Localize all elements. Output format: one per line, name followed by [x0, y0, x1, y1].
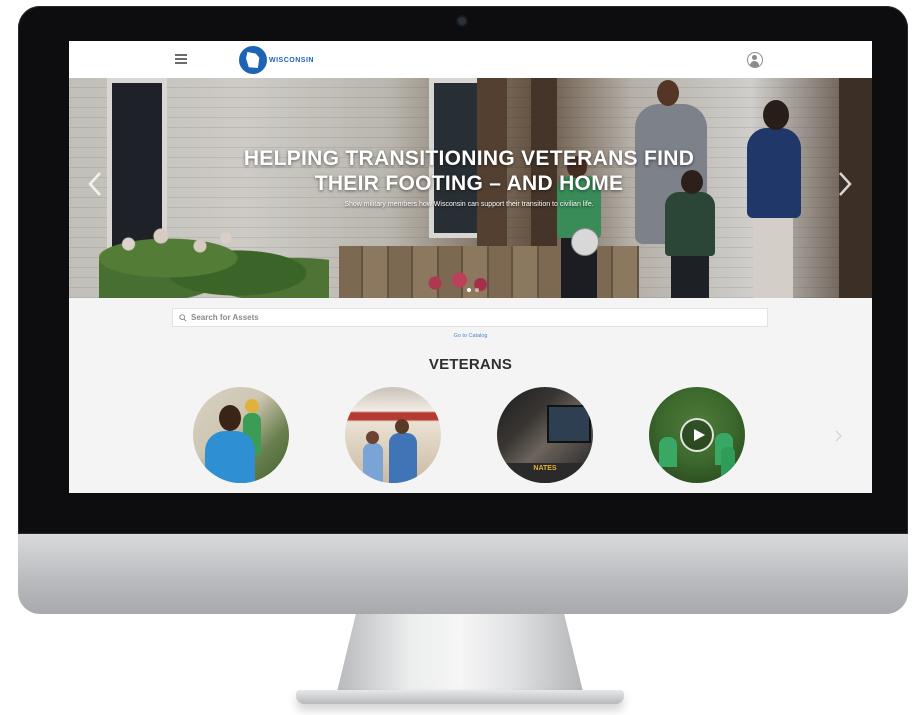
wisconsin-logo[interactable]: WISCONSIN — [239, 45, 314, 75]
veterans-tile-4[interactable] — [649, 387, 745, 483]
logo-text: WISCONSIN — [269, 56, 314, 64]
tile-photo-person — [721, 447, 735, 477]
wisconsin-state-icon — [239, 46, 267, 74]
tile-photo-person — [363, 443, 383, 483]
chevron-right-icon — [839, 172, 852, 196]
search-icon — [179, 313, 187, 322]
chevron-left-icon — [88, 172, 101, 196]
carousel-dot[interactable] — [467, 288, 471, 292]
hero-subtitle: Show military members how Wisconsin can … — [344, 201, 594, 208]
play-icon[interactable] — [680, 418, 714, 452]
tile-photo-person — [205, 431, 255, 483]
search-bar — [172, 308, 768, 327]
hero-title: HELPING TRANSITIONING VETERANS FIND THEI… — [169, 146, 769, 196]
tiles-next-icon[interactable] — [834, 429, 842, 442]
section-title: VETERANS — [428, 356, 513, 373]
tile-photo-person — [219, 405, 241, 431]
monitor-stand — [336, 614, 584, 696]
search-input[interactable] — [191, 313, 751, 322]
carousel-dot[interactable] — [475, 288, 479, 292]
tile-photo-person — [395, 419, 409, 434]
user-account-icon[interactable] — [747, 52, 763, 68]
monitor-stand-base — [296, 690, 624, 704]
hero-banner: HELPING TRANSITIONING VETERANS FIND THEI… — [69, 78, 872, 298]
monitor-chin — [18, 534, 908, 614]
hero-title-line: THEIR FOOTING – AND HOME — [314, 172, 624, 195]
veterans-tile-3[interactable]: NATES — [497, 387, 593, 483]
webcam-dot — [458, 17, 466, 25]
carousel-dots — [467, 288, 479, 292]
veterans-tile-1[interactable] — [193, 387, 289, 483]
hero-title-line: HELPING TRANSITIONING VETERANS FIND — [243, 147, 695, 170]
carousel-prev-button[interactable] — [85, 168, 105, 200]
tile-banner-text: NATES — [533, 465, 557, 472]
go-to-catalog-link[interactable]: Go to Catalog — [69, 333, 872, 339]
veterans-tile-2[interactable] — [345, 387, 441, 483]
top-navigation-bar: WISCONSIN — [69, 41, 872, 79]
tile-photo-person — [366, 431, 379, 444]
carousel-next-button[interactable] — [835, 168, 855, 200]
tile-photo-person — [659, 437, 677, 467]
tile-photo-person — [389, 433, 417, 483]
hamburger-menu-icon[interactable] — [175, 54, 187, 64]
tile-photo-person — [245, 399, 259, 413]
browser-screen: WISCONSIN HELPING TRANSITIONING VETERANS… — [69, 41, 872, 493]
tile-photo-monitor — [547, 405, 591, 443]
